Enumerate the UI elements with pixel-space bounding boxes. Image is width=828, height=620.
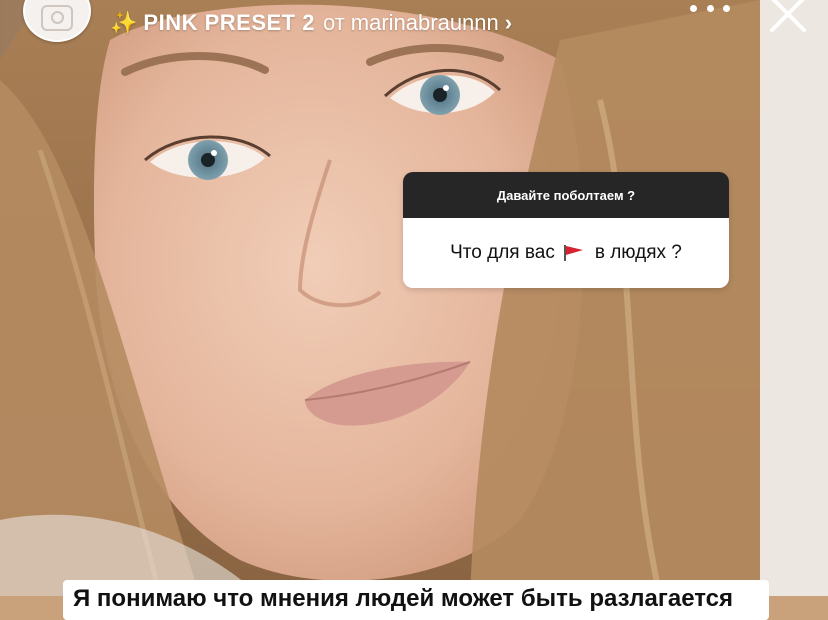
camera-icon <box>41 5 73 31</box>
effect-name: PINK PRESET 2 <box>143 10 315 35</box>
close-icon[interactable] <box>766 0 810 32</box>
story-photo <box>0 0 828 596</box>
effect-author: marinabraunnn <box>350 10 499 35</box>
question-text-before: Что для вас <box>450 242 555 263</box>
effect-by-label: от <box>322 10 345 35</box>
more-dot <box>723 4 730 12</box>
story-caption: Я понимаю что мнения людей может быть ра… <box>63 580 769 620</box>
red-flag-icon <box>563 245 583 261</box>
more-options-icon[interactable] <box>690 0 730 16</box>
question-text-after: в людях ? <box>594 242 682 263</box>
chevron-right-icon: › <box>504 10 513 35</box>
effect-attribution[interactable]: ✨ PINK PRESET 2 от marinabraunnn › <box>110 8 512 38</box>
question-sticker-title: Давайте поболтаем ? <box>403 172 729 218</box>
sparkle-icon: ✨ <box>110 10 138 35</box>
question-sticker[interactable]: Давайте поболтаем ? Что для вас в людях … <box>403 172 729 288</box>
more-dot <box>706 4 714 12</box>
question-sticker-text: Что для вас в людях ? <box>403 218 729 288</box>
more-dot <box>690 4 697 12</box>
